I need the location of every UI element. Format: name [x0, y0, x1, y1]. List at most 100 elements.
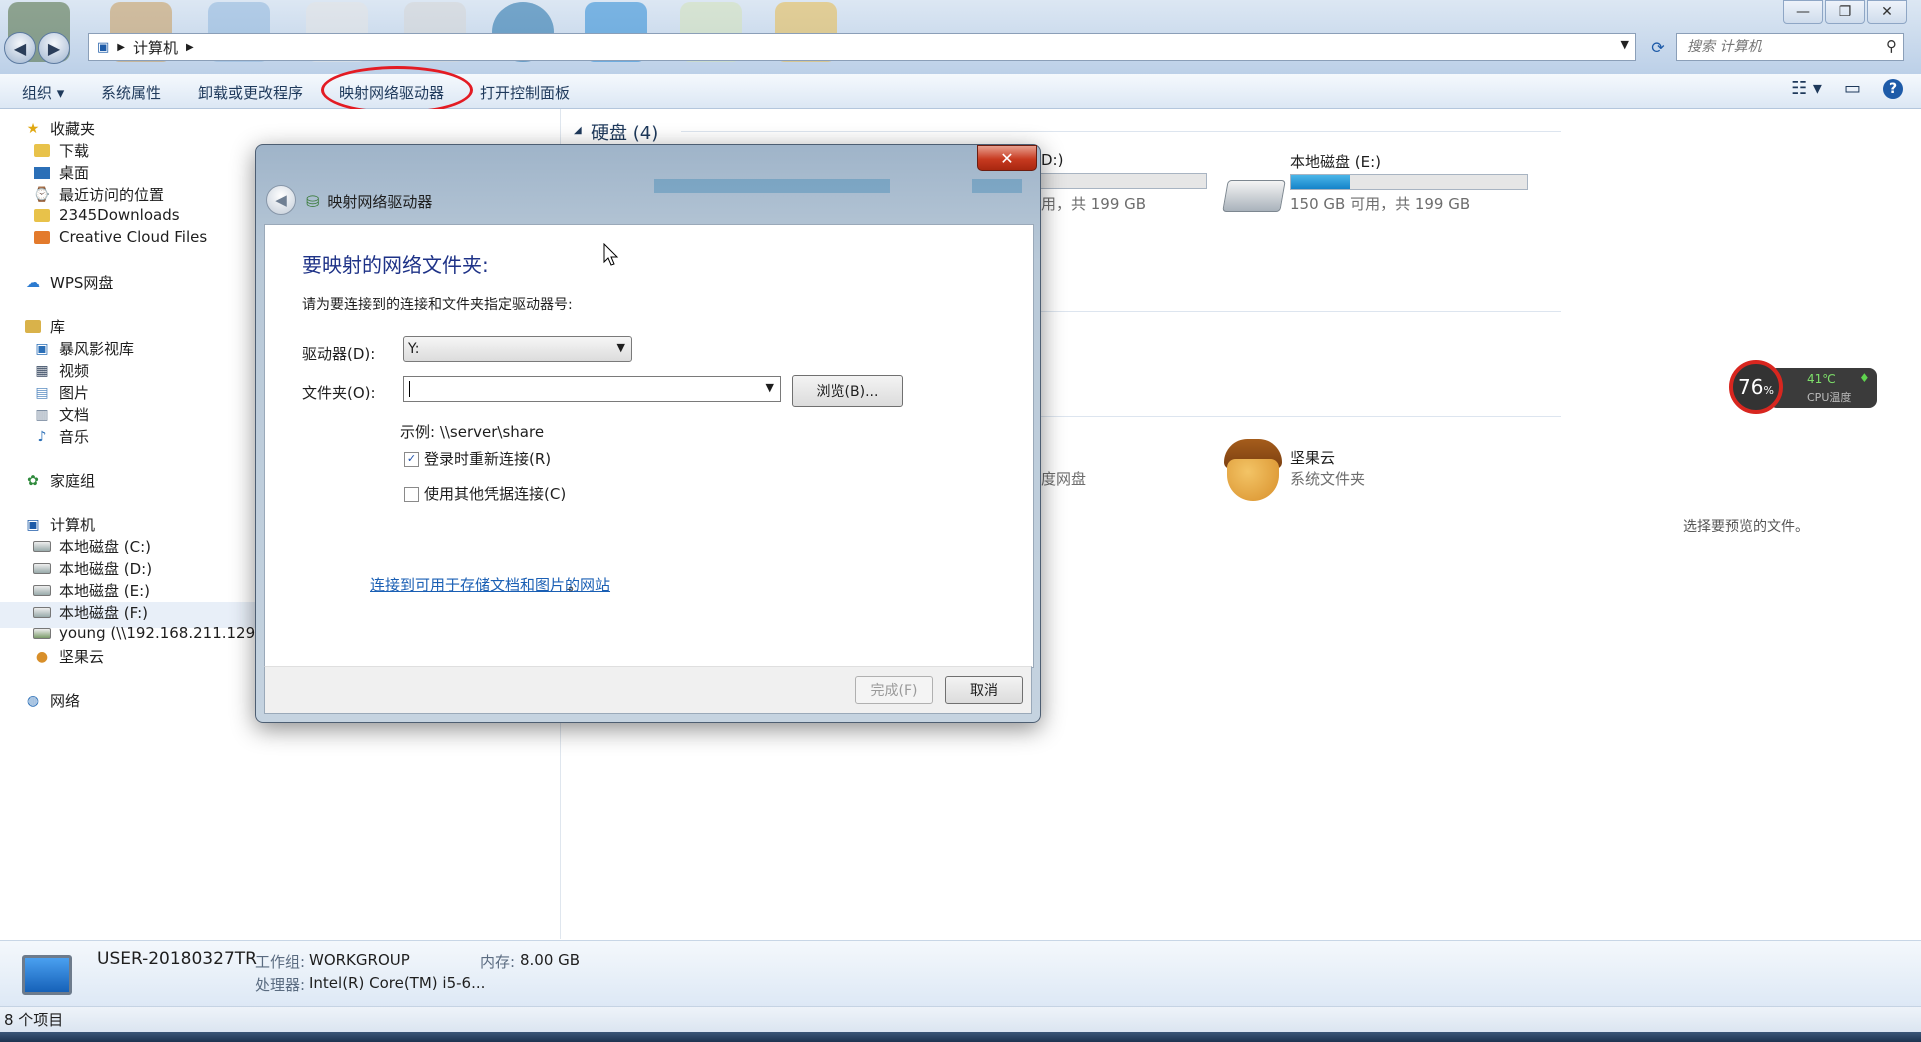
nav-item-documents[interactable]: ▥ 文档: [33, 404, 89, 425]
refresh-icon[interactable]: ⟳: [1645, 33, 1671, 61]
reconnect-label[interactable]: 登录时重新连接(R): [424, 448, 551, 469]
minimize-button[interactable]: —: [1783, 0, 1823, 24]
open-control-panel-button[interactable]: 打开控制面板: [480, 82, 570, 103]
mouse-pointer-icon: [603, 243, 619, 266]
nav-item-label: 本地磁盘 (F:): [59, 604, 148, 622]
finish-button[interactable]: 完成(F): [855, 676, 933, 704]
system-properties-button[interactable]: 系统属性: [101, 82, 161, 103]
preview-pane-icon[interactable]: ▭: [1844, 78, 1861, 99]
nav-item-creative-cloud[interactable]: Creative Cloud Files: [33, 228, 207, 246]
cancel-button[interactable]: 取消: [945, 676, 1023, 704]
computer-monitor-icon: [22, 955, 72, 995]
preview-pane: 选择要预览的文件。: [1578, 109, 1921, 939]
nav-wps-drive[interactable]: ☁ WPS网盘: [24, 272, 113, 293]
nav-item-recent-places[interactable]: ⌚ 最近访问的位置: [33, 184, 164, 205]
dialog-heading: 要映射的网络文件夹:: [302, 253, 489, 277]
close-button[interactable]: ✕: [1867, 0, 1907, 24]
nav-item-music[interactable]: ♪ 音乐: [33, 426, 89, 447]
network-icon: ◍: [26, 692, 40, 709]
nav-item-drive-d[interactable]: 本地磁盘 (D:): [33, 558, 152, 579]
title-bar: — ❐ ✕ ◀ ▶ ▣ ▶ 计算机 ▶ ▼ ⟳ ⚲: [0, 0, 1921, 74]
nav-item-pictures[interactable]: ▤ 图片: [33, 382, 89, 403]
dialog-title-text: 映射网络驱动器: [327, 193, 433, 211]
other-credentials-checkbox[interactable]: [404, 487, 419, 502]
desktop-icon: [33, 165, 51, 181]
address-bar[interactable]: ▣ ▶ 计算机 ▶ ▼: [88, 33, 1636, 61]
nav-libraries[interactable]: 库: [24, 316, 65, 337]
dialog-close-button[interactable]: ✕: [977, 145, 1037, 171]
nav-item-network-drive-z[interactable]: young (\\192.168.211.129) (Z:): [33, 624, 293, 642]
back-button[interactable]: ◀: [4, 32, 36, 64]
browse-button[interactable]: 浏览(B)...: [792, 375, 903, 407]
nav-network[interactable]: ◍ 网络: [24, 690, 80, 711]
homegroup-icon: ✿: [27, 472, 39, 489]
drive-icon: [33, 605, 51, 621]
nav-item-jianguoyun[interactable]: ● 坚果云: [33, 646, 104, 667]
chevron-down-icon[interactable]: ▼: [766, 381, 774, 394]
baidu-netdisk-label[interactable]: 度网盘: [1041, 468, 1086, 489]
nav-item-videos[interactable]: ▦ 视频: [33, 360, 89, 381]
breadcrumb: ▣ ▶ 计算机 ▶: [97, 37, 194, 58]
workgroup-label: 工作组:: [255, 953, 306, 971]
drive-letter-select[interactable]: Y: ▼: [403, 336, 632, 362]
nav-item-desktop[interactable]: 桌面: [33, 162, 89, 183]
uninstall-programs-button[interactable]: 卸载或更改程序: [198, 82, 303, 103]
nav-network-label: 网络: [50, 692, 81, 710]
nav-item-baofeng[interactable]: ▣ 暴风影视库: [33, 338, 134, 359]
address-dropdown-icon[interactable]: ▼: [1621, 38, 1629, 51]
maximize-button[interactable]: ❐: [1825, 0, 1865, 24]
drive-e-free: 150 GB 可用，共 199 GB: [1290, 195, 1471, 213]
nav-homegroup[interactable]: ✿ 家庭组: [24, 470, 95, 491]
nav-item-label: 文档: [59, 406, 90, 424]
nav-item-drive-c[interactable]: 本地磁盘 (C:): [33, 536, 151, 557]
nav-item-drive-f[interactable]: 本地磁盘 (F:): [33, 602, 148, 623]
network-drive-icon: [33, 625, 51, 641]
drive-e-name[interactable]: 本地磁盘 (E:): [1290, 151, 1381, 172]
nav-item-drive-e[interactable]: 本地磁盘 (E:): [33, 580, 150, 601]
search-box[interactable]: ⚲: [1676, 33, 1904, 61]
nav-favorites[interactable]: ★ 收藏夹: [24, 118, 95, 139]
acorn-icon[interactable]: [1221, 439, 1285, 503]
nav-item-label: 音乐: [59, 428, 90, 446]
computer-icon: ▣: [26, 516, 40, 533]
workgroup-value: WORKGROUP: [309, 951, 410, 969]
dialog-footer: 完成(F) 取消: [264, 666, 1032, 714]
breadcrumb-separator-icon: ▶: [186, 41, 194, 53]
jianguoyun-name[interactable]: 坚果云: [1290, 447, 1335, 468]
nav-item-label: 视频: [59, 362, 90, 380]
cpu-usage-ring: 76%: [1729, 360, 1783, 414]
chevron-down-icon: ▼: [616, 341, 625, 354]
background-bleed-drive-bar: [654, 179, 890, 193]
organize-menu[interactable]: 组织 ▾: [22, 82, 64, 103]
other-credentials-label[interactable]: 使用其他凭据连接(C): [424, 483, 566, 504]
folder-path-input[interactable]: ▼: [403, 376, 781, 402]
nav-computer-label: 计算机: [50, 516, 96, 534]
text-cursor: [409, 381, 410, 397]
forward-button[interactable]: ▶: [38, 32, 70, 64]
collapse-group-icon[interactable]: ◢: [574, 125, 582, 136]
search-icon[interactable]: ⚲: [1886, 37, 1897, 55]
nav-item-downloads[interactable]: 下载: [33, 140, 89, 161]
group-header-hard-drives[interactable]: 硬盘 (4): [591, 119, 658, 145]
dialog-back-button[interactable]: ◀: [266, 185, 296, 215]
folder-icon: [33, 207, 51, 223]
drive-icon: [33, 561, 51, 577]
hard-drive-icon: [1222, 180, 1286, 212]
help-icon[interactable]: ?: [1883, 78, 1903, 99]
dialog-title: ⛁ 映射网络驱动器: [306, 191, 432, 212]
memory-value: 8.00 GB: [520, 951, 581, 969]
link-period: 。: [568, 576, 584, 594]
nav-wps-label: WPS网盘: [50, 274, 114, 292]
nav-item-label: 坚果云: [59, 648, 105, 666]
drive-letter-value: Y:: [408, 341, 420, 357]
nav-computer[interactable]: ▣ 计算机: [24, 514, 95, 535]
reconnect-checkbox[interactable]: ✓: [404, 452, 419, 467]
group-divider: [1041, 416, 1561, 417]
drive-d-name[interactable]: D:): [1041, 151, 1063, 169]
breadcrumb-computer[interactable]: 计算机: [133, 37, 178, 58]
music-icon: ♪: [37, 428, 47, 445]
nav-item-2345downloads[interactable]: 2345Downloads: [33, 206, 180, 224]
search-input[interactable]: [1685, 38, 1879, 56]
view-options-icon[interactable]: ☷ ▾: [1791, 78, 1822, 99]
command-bar: 组织 ▾ 系统属性 卸载或更改程序 映射网络驱动器 打开控制面板 ☷ ▾ ▭ ?: [0, 74, 1921, 109]
